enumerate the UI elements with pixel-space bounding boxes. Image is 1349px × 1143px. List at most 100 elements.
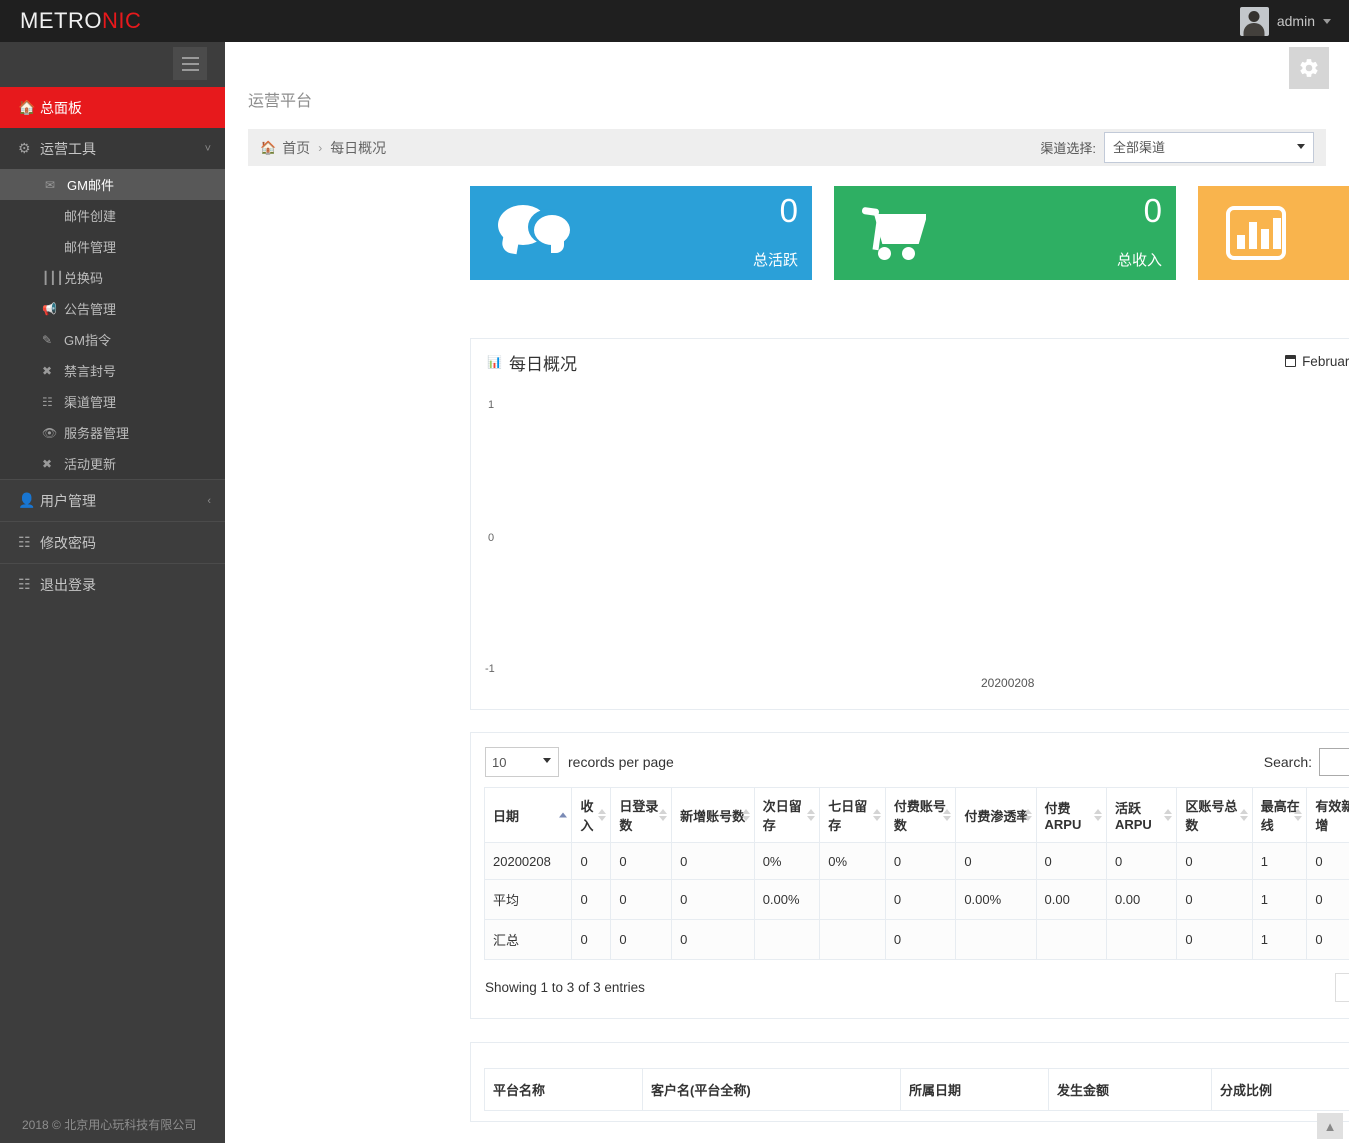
sidebar-item-server-manage[interactable]: 👁 服务器管理 bbox=[0, 417, 225, 448]
search-input[interactable] bbox=[1319, 748, 1349, 776]
cell: 汇总 bbox=[485, 920, 572, 960]
cell: 0 bbox=[1177, 880, 1252, 920]
sort-asc-icon bbox=[807, 809, 815, 814]
cell: 0 bbox=[672, 880, 755, 920]
cell: 0 bbox=[572, 880, 611, 920]
chevron-down-icon bbox=[1323, 19, 1331, 24]
cell: 0 bbox=[1106, 843, 1176, 880]
chart-plot-area[interactable]: 1 0 -1 20200208 总收入 总活跃 总新增 bbox=[471, 385, 1349, 709]
column-label: 区账号总数 bbox=[1185, 799, 1237, 833]
x-axis-tick: 20200208 bbox=[981, 676, 1034, 690]
breadcrumb-current: 每日概况 bbox=[330, 138, 386, 158]
y-axis-tick: 1 bbox=[488, 399, 494, 411]
sidebar-item-announcement[interactable]: 📢 公告管理 bbox=[0, 293, 225, 324]
column-header-new-accounts[interactable]: 新增账号数 bbox=[672, 788, 755, 843]
cell: 0 bbox=[956, 843, 1036, 880]
column-header-paying-accounts[interactable]: 付费账号数 bbox=[885, 788, 955, 843]
cell: 0% bbox=[754, 843, 820, 880]
top-header-bar: METRONIC admin bbox=[0, 0, 1349, 42]
column-header-pay-penetration[interactable]: 付费渗透率 bbox=[956, 788, 1036, 843]
table-header-row: 日期 收入 日登录数 新增账号数 bbox=[485, 788, 1349, 843]
column-header-seven-day-retention[interactable]: 七日留存 bbox=[820, 788, 886, 843]
sort-asc-icon bbox=[1024, 809, 1032, 814]
sidebar-toggle-button[interactable] bbox=[173, 47, 207, 80]
column-label: 付费账号数 bbox=[894, 799, 946, 833]
sidebar-item-activity-update[interactable]: ✖ 活动更新 bbox=[0, 448, 225, 479]
column-header-daily-login[interactable]: 日登录数 bbox=[611, 788, 672, 843]
sort-desc-icon bbox=[1094, 816, 1102, 821]
breadcrumb-home-link[interactable]: 首页 bbox=[282, 138, 310, 158]
sidebar-item-gm-mail[interactable]: ✉ GM邮件 bbox=[0, 169, 225, 200]
channel-select[interactable]: 全部渠道 bbox=[1104, 132, 1314, 163]
brand-logo[interactable]: METRONIC bbox=[20, 8, 141, 34]
column-header-period-date[interactable]: 所属日期 bbox=[901, 1069, 1049, 1111]
date-range-picker[interactable]: February 8, 2020 - February 8, 2020 ⌄ bbox=[1285, 353, 1349, 369]
sidebar-menu-bottom2: ☷ 修改密码 bbox=[0, 522, 225, 563]
column-header-zone-accounts[interactable]: 区账号总数 bbox=[1177, 788, 1252, 843]
column-header-platform-name[interactable]: 平台名称 bbox=[485, 1069, 643, 1111]
table-row[interactable]: 20200208 0 0 0 0% 0% 0 0 0 0 0 1 0 0% 0 … bbox=[485, 843, 1349, 880]
stat-card-label: 总收入 bbox=[1117, 249, 1162, 270]
stat-card-revenue[interactable]: 0 总收入 bbox=[834, 186, 1176, 280]
column-label: 付费ARPU bbox=[1045, 801, 1082, 832]
table-row[interactable]: 汇总 0 0 0 0 0 1 0 0 0 bbox=[485, 920, 1349, 960]
column-header-amount[interactable]: 发生金额 bbox=[1049, 1069, 1212, 1111]
bar-chart-icon: 📊 bbox=[487, 355, 502, 369]
sidebar-item-redeem-code[interactable]: ┃┃┃ 兑换码 bbox=[0, 262, 225, 293]
sidebar-item-ban-account[interactable]: ✖ 禁言封号 bbox=[0, 355, 225, 386]
page-length-select[interactable]: 10 bbox=[485, 747, 559, 777]
cell bbox=[1106, 920, 1176, 960]
brand-logo-main: METRO bbox=[20, 8, 102, 33]
home-icon: 🏠 bbox=[260, 140, 276, 156]
sidebar-item-label: 退出登录 bbox=[40, 575, 96, 595]
cell: 1 bbox=[1252, 880, 1307, 920]
sidebar-item-operations[interactable]: ⚙ 运营工具 ˅ bbox=[0, 128, 225, 169]
theme-settings-button[interactable] bbox=[1289, 47, 1329, 89]
user-menu[interactable]: admin bbox=[1230, 0, 1341, 42]
column-header-pay-arpu[interactable]: 付费ARPU bbox=[1036, 788, 1106, 843]
sidebar-item-logout[interactable]: ☷ 退出登录 bbox=[0, 564, 225, 605]
sidebar-item-user-manage[interactable]: 👤 用户管理 ‹ bbox=[0, 480, 225, 521]
table-info: Showing 1 to 3 of 3 entries bbox=[485, 980, 645, 995]
column-label: 日期 bbox=[493, 809, 519, 824]
sort-desc-icon bbox=[1294, 816, 1302, 821]
column-header-peak-online[interactable]: 最高在线 bbox=[1252, 788, 1307, 843]
sidebar-item-dashboard[interactable]: 🏠 总面板 bbox=[0, 87, 225, 128]
sidebar-menu-bottom3: ☷ 退出登录 bbox=[0, 564, 225, 605]
column-header-share-ratio[interactable]: 分成比例 bbox=[1212, 1069, 1349, 1111]
sidebar-subitem-label: 公告管理 bbox=[64, 299, 116, 318]
table-row[interactable]: 平均 0 0 0 0.00% 0 0.00% 0.00 0.00 0 1 0 0… bbox=[485, 880, 1349, 920]
sidebar-menu-bottom: 👤 用户管理 ‹ bbox=[0, 480, 225, 521]
sort-desc-icon bbox=[943, 816, 951, 821]
shopping-cart-icon bbox=[862, 206, 932, 260]
stat-card-active[interactable]: 0 总活跃 bbox=[470, 186, 812, 280]
sitemap-icon: ☷ bbox=[18, 576, 40, 593]
chevron-left-icon: ‹ bbox=[207, 495, 211, 507]
gears-icon: ⚙ bbox=[18, 140, 40, 157]
sidebar-item-change-password[interactable]: ☷ 修改密码 bbox=[0, 522, 225, 563]
sitemap-icon: ☷ bbox=[18, 534, 40, 551]
column-header-active-arpu[interactable]: 活跃ARPU bbox=[1106, 788, 1176, 843]
table-body: 20200208 0 0 0 0% 0% 0 0 0 0 0 1 0 0% 0 … bbox=[485, 843, 1349, 960]
chart-title-text: 每日概况 bbox=[509, 350, 577, 375]
sidebar-item-mail-manage[interactable]: 邮件管理 bbox=[0, 231, 225, 262]
cell: 0 bbox=[1177, 920, 1252, 960]
breadcrumb: 🏠 首页 › 每日概况 渠道选择: 全部渠道 bbox=[248, 129, 1326, 166]
sitemap-icon: ☷ bbox=[42, 395, 64, 409]
column-header-revenue[interactable]: 收入 bbox=[572, 788, 611, 843]
cell: 0.00 bbox=[1106, 880, 1176, 920]
column-header-valid-new[interactable]: 有效新增 bbox=[1307, 788, 1349, 843]
column-header-date[interactable]: 日期 bbox=[485, 788, 572, 843]
cell bbox=[754, 920, 820, 960]
sidebar-item-gm-command[interactable]: ✎ GM指令 bbox=[0, 324, 225, 355]
pagination-previous[interactable]: ← Previous bbox=[1335, 973, 1349, 1002]
column-header-customer-name[interactable]: 客户名(平台全称) bbox=[643, 1069, 901, 1111]
cell: 0 bbox=[611, 920, 672, 960]
scroll-to-top-button[interactable]: ▲ bbox=[1317, 1113, 1343, 1139]
sidebar-subitem-label: 邮件创建 bbox=[64, 206, 116, 225]
stat-card-new[interactable]: 0 总新增 bbox=[1198, 186, 1349, 280]
column-header-next-day-retention[interactable]: 次日留存 bbox=[754, 788, 820, 843]
barcode-icon: ┃┃┃ bbox=[42, 271, 64, 285]
sidebar-item-mail-create[interactable]: 邮件创建 bbox=[0, 200, 225, 231]
sidebar-item-channel-manage[interactable]: ☷ 渠道管理 bbox=[0, 386, 225, 417]
